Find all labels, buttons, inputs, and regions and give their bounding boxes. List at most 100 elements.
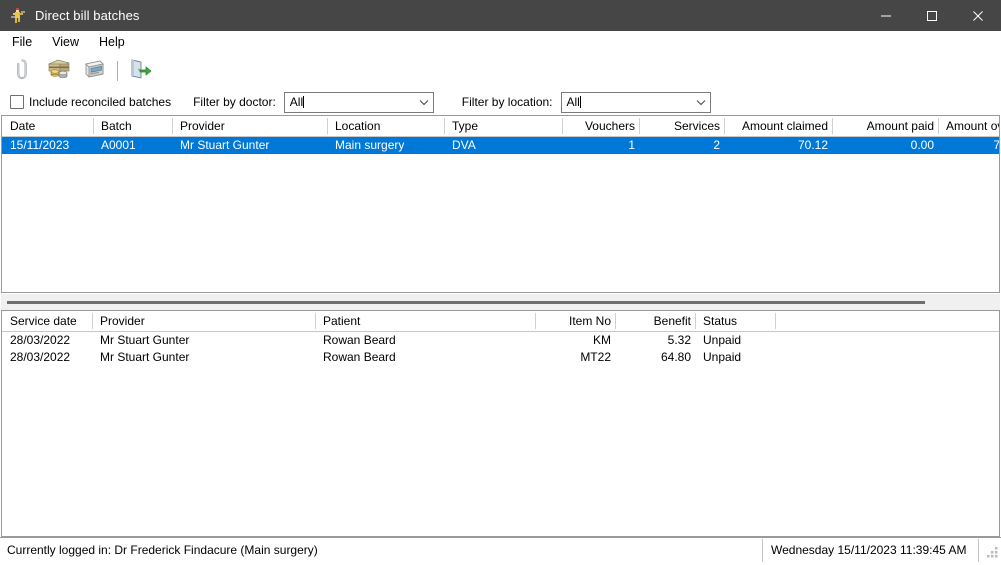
filter-by-location-label: Filter by location:	[461, 95, 553, 109]
title-bar: Direct bill batches	[0, 0, 1001, 31]
batches-grid-rows[interactable]: 15/11/2023 A0001 Mr Stuart Gunter Main surg…	[2, 137, 999, 154]
batches-column-header[interactable]: Amount paid	[836, 116, 938, 136]
resize-grip-icon[interactable]	[979, 539, 1001, 562]
batches-cell: 0.00	[910, 138, 934, 152]
batches-column-divider[interactable]	[832, 118, 833, 134]
batches-column-divider[interactable]	[327, 118, 328, 134]
text-caret	[303, 96, 305, 108]
batches-cell: 7	[993, 138, 1000, 152]
batches-grid[interactable]: Date Batch Provider Location Type Vouchers Ser…	[1, 115, 1000, 293]
money-bundle-icon	[46, 57, 72, 84]
menu-item-file[interactable]: File	[8, 33, 41, 51]
batches-column-header[interactable]: Type	[448, 116, 562, 136]
batches-cell: Mr Stuart Gunter	[180, 138, 270, 152]
chevron-down-icon[interactable]	[693, 99, 710, 106]
scrollbar-thumb[interactable]	[7, 300, 925, 304]
status-datetime: Wednesday 15/11/2023 11:39:45 AM	[771, 543, 967, 557]
services-cell: Unpaid	[703, 333, 742, 347]
app-runner-icon	[9, 7, 27, 25]
services-grid-header: Service date Provider Patient Item No Benefi…	[2, 311, 999, 332]
batches-cell: 70.12	[797, 138, 828, 152]
exit-door-icon	[127, 57, 153, 84]
batches-column-header[interactable]: Date	[6, 116, 93, 136]
minimize-icon[interactable]	[863, 0, 909, 31]
maximize-icon[interactable]	[909, 0, 955, 31]
services-column-header[interactable]: Item No	[539, 311, 615, 331]
services-cell: KM	[593, 333, 611, 347]
status-bar: Currently logged in: Dr Frederick Findac…	[0, 537, 1001, 562]
services-column-header[interactable]: Benefit	[619, 311, 695, 331]
scrollbar-track[interactable]	[7, 294, 994, 311]
batches-cell: Main surgery	[335, 138, 405, 152]
text-caret	[579, 96, 581, 108]
batches-table-row[interactable]: 15/11/2023 A0001 Mr Stuart Gunter Main surg…	[2, 137, 999, 154]
filter-by-doctor-select[interactable]: All	[283, 91, 434, 113]
close-icon[interactable]	[955, 0, 1001, 31]
services-cell: 64.80	[660, 350, 691, 364]
filter-by-location-select[interactable]: All	[560, 91, 711, 113]
batches-column-header[interactable]: Location	[331, 116, 444, 136]
logged-in-status: Currently logged in: Dr Frederick Findac…	[7, 543, 318, 557]
batches-column-header[interactable]: Provider	[176, 116, 327, 136]
batches-cell: 2	[713, 138, 720, 152]
services-cell: Mr Stuart Gunter	[100, 350, 190, 364]
checkbox-box[interactable]	[10, 95, 24, 109]
services-column-divider[interactable]	[615, 313, 616, 329]
horizontal-scrollbar[interactable]	[1, 293, 1000, 310]
batches-column-divider[interactable]	[172, 118, 173, 134]
services-table-row[interactable]: 28/03/2022 Mr Stuart Gunter Rowan Beard KM 5…	[2, 332, 999, 349]
chevron-down-icon[interactable]	[416, 99, 433, 106]
services-column-header[interactable]: Provider	[96, 311, 315, 331]
toolbar-separator	[117, 60, 118, 81]
batches-column-divider[interactable]	[93, 118, 94, 134]
menu-item-help[interactable]: Help	[95, 33, 134, 51]
printer-icon	[80, 57, 106, 84]
batches-column-header[interactable]: Amount claimed	[728, 116, 832, 136]
services-grid-rows[interactable]: 28/03/2022 Mr Stuart Gunter Rowan Beard KM 5…	[2, 332, 999, 366]
print-button[interactable]	[78, 56, 108, 86]
services-cell: MT22	[580, 350, 611, 364]
batches-column-divider[interactable]	[444, 118, 445, 134]
services-column-header[interactable]: Service date	[6, 311, 92, 331]
filter-by-doctor-label: Filter by doctor:	[193, 95, 276, 109]
services-column-header[interactable]: Status	[699, 311, 775, 331]
services-column-divider[interactable]	[535, 313, 536, 329]
direct-bill-batches-window: Direct bill batches File View Help Inclu…	[0, 0, 1001, 562]
batches-grid-header: Date Batch Provider Location Type Vouchers Ser…	[2, 116, 999, 137]
services-table-row[interactable]: 28/03/2022 Mr Stuart Gunter Rowan Beard MT2…	[2, 349, 999, 366]
services-grid[interactable]: Service date Provider Patient Item No Benefi…	[1, 310, 1000, 537]
payment-button[interactable]	[44, 56, 74, 86]
services-column-divider[interactable]	[775, 313, 776, 329]
paperclip-icon	[13, 57, 37, 84]
batches-column-divider[interactable]	[938, 118, 939, 134]
services-cell: Rowan Beard	[323, 333, 396, 347]
batches-column-header[interactable]: Batch	[97, 116, 172, 136]
attach-button[interactable]	[10, 56, 40, 86]
doctor-select-value: All	[285, 95, 416, 109]
services-column-divider[interactable]	[315, 313, 316, 329]
services-cell: 28/03/2022	[10, 333, 71, 347]
batches-column-divider[interactable]	[562, 118, 563, 134]
batches-cell: DVA	[452, 138, 476, 152]
services-column-divider[interactable]	[695, 313, 696, 329]
batches-column-header[interactable]: Services	[643, 116, 724, 136]
batches-cell: 15/11/2023	[10, 138, 70, 152]
batches-column-header[interactable]: Amount ov	[942, 116, 999, 136]
services-cell: Unpaid	[703, 350, 742, 364]
services-cell: 28/03/2022	[10, 350, 71, 364]
services-column-header[interactable]: Patient	[319, 311, 535, 331]
menu-bar: File View Help	[0, 31, 1001, 52]
services-column-divider[interactable]	[92, 313, 93, 329]
doctor-select-text: All	[289, 95, 304, 109]
batches-cell: A0001	[101, 138, 136, 152]
include-reconciled-checkbox[interactable]: Include reconciled batches	[10, 95, 171, 109]
services-cell: 5.32	[667, 333, 691, 347]
batches-cell: 1	[628, 138, 635, 152]
batches-column-divider[interactable]	[639, 118, 640, 134]
location-select-text: All	[566, 95, 580, 109]
menu-item-view[interactable]: View	[48, 33, 88, 51]
batches-column-divider[interactable]	[724, 118, 725, 134]
exit-button[interactable]	[125, 56, 155, 86]
include-reconciled-label: Include reconciled batches	[29, 95, 172, 109]
batches-column-header[interactable]: Vouchers	[566, 116, 639, 136]
